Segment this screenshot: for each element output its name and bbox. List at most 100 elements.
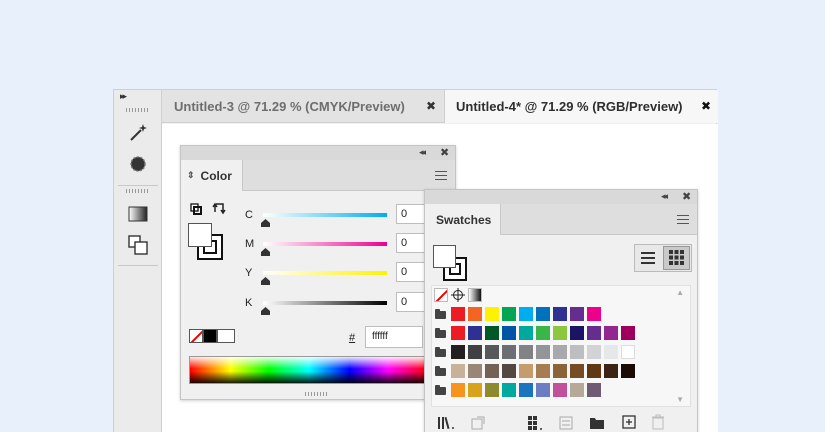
color-swatch[interactable] [485,326,499,340]
slider-thumb-icon[interactable] [261,277,270,285]
artboard-tool-icon[interactable] [126,233,150,257]
slider-value-input[interactable]: 0 [396,204,426,224]
swap-fill-stroke-icon[interactable] [212,201,226,220]
color-swatch[interactable] [536,345,550,359]
slider-track-k[interactable] [263,301,387,305]
white-swatch[interactable] [217,329,235,343]
collapse-icon[interactable]: ◂◂ [661,191,668,202]
color-swatch[interactable] [621,345,635,359]
tab-untitled-4[interactable]: Untitled-4* @ 71.29 % (RGB/Preview) [444,90,718,123]
panel-menu-icon[interactable] [435,171,447,180]
toolbar-collapse-icon[interactable]: ▸▸ [120,91,127,102]
color-swatch[interactable] [553,345,567,359]
color-swatch[interactable] [570,326,584,340]
color-swatch[interactable] [604,326,618,340]
color-swatch[interactable] [468,364,482,378]
color-swatch[interactable] [485,364,499,378]
color-swatch[interactable] [451,383,465,397]
close-icon[interactable]: ✖ [440,146,449,159]
swatch-kind-menu-icon[interactable] [527,415,545,431]
tab-swatches[interactable]: Swatches [425,204,501,235]
color-swatch[interactable] [502,326,516,340]
color-swatch[interactable] [536,383,550,397]
color-swatch[interactable] [621,326,635,340]
color-swatch[interactable] [502,345,516,359]
color-swatch[interactable] [587,307,601,321]
color-swatch[interactable] [519,383,533,397]
color-swatch[interactable] [604,345,618,359]
panel-titlebar[interactable]: ◂◂ ✖ [425,190,697,204]
slider-track-y[interactable] [263,271,387,275]
color-swatch[interactable] [553,307,567,321]
color-group-folder-icon[interactable] [435,347,446,357]
slider-value-input[interactable]: 0 [396,292,426,312]
color-swatch[interactable] [570,364,584,378]
color-swatch[interactable] [621,364,635,378]
slider-value-input[interactable]: 0 [396,262,426,282]
color-swatch[interactable] [519,364,533,378]
none-swatch[interactable] [434,288,448,302]
fill-swatch[interactable] [188,223,212,247]
color-swatch[interactable] [502,383,516,397]
none-swatch[interactable] [189,329,203,343]
color-swatch[interactable] [604,364,618,378]
toolbar-grip-2[interactable] [126,189,150,193]
color-swatch[interactable] [451,345,465,359]
close-icon[interactable]: ✖ [682,190,691,203]
slider-thumb-icon[interactable] [261,219,270,227]
color-swatch[interactable] [553,326,567,340]
slider-thumb-icon[interactable] [261,248,270,256]
swatch-libraries-icon[interactable] [437,415,457,431]
color-swatch[interactable] [536,307,550,321]
color-swatch[interactable] [451,326,465,340]
blob-brush-icon[interactable] [126,152,150,176]
color-swatch[interactable] [468,307,482,321]
default-fill-stroke-icon[interactable] [190,202,202,220]
scroll-down-icon[interactable]: ▼ [676,395,684,404]
color-group-folder-icon[interactable] [435,366,446,376]
collapse-icon[interactable]: ◂◂ [419,147,426,158]
color-swatch[interactable] [485,383,499,397]
color-swatch[interactable] [536,326,550,340]
slider-track-m[interactable] [263,242,387,246]
color-swatch[interactable] [587,326,601,340]
color-group-folder-icon[interactable] [435,328,446,338]
color-spectrum[interactable] [189,356,429,384]
slider-track-c[interactable] [263,213,387,217]
magic-wand-icon[interactable] [126,120,150,144]
gradient-swatch[interactable] [468,288,482,302]
slider-value-input[interactable]: 0 [396,233,426,253]
color-swatch[interactable] [519,326,533,340]
color-swatch[interactable] [570,383,584,397]
color-swatch[interactable] [570,307,584,321]
new-color-group-icon[interactable] [589,416,605,430]
hex-input[interactable]: ffffff [365,326,423,348]
close-icon[interactable]: ✖ [426,99,436,113]
gradient-tool-icon[interactable] [126,202,150,226]
color-swatch[interactable] [485,307,499,321]
grid-view-icon[interactable] [663,246,690,270]
tab-untitled-3[interactable]: Untitled-3 @ 71.29 % (CMYK/Preview) [162,90,444,123]
panel-titlebar[interactable]: ◂◂ ✖ [181,146,455,160]
color-swatch[interactable] [485,345,499,359]
color-swatch[interactable] [553,383,567,397]
close-icon[interactable]: ✖ [701,99,711,113]
color-swatch[interactable] [587,383,601,397]
color-swatch[interactable] [468,345,482,359]
panel-resize-grip[interactable] [305,392,329,396]
color-swatch[interactable] [502,307,516,321]
registration-swatch[interactable] [451,288,465,302]
color-group-folder-icon[interactable] [435,385,446,395]
black-swatch[interactable] [203,329,217,343]
color-swatch[interactable] [519,345,533,359]
sort-arrows-icon[interactable]: ⇕ [187,170,195,181]
color-swatch[interactable] [468,326,482,340]
color-swatch[interactable] [519,307,533,321]
panel-menu-icon[interactable] [677,215,689,224]
color-swatch[interactable] [451,364,465,378]
color-swatch[interactable] [587,345,601,359]
color-swatch[interactable] [553,364,567,378]
color-swatch[interactable] [451,307,465,321]
new-swatch-icon[interactable] [622,415,636,429]
color-swatch[interactable] [570,345,584,359]
